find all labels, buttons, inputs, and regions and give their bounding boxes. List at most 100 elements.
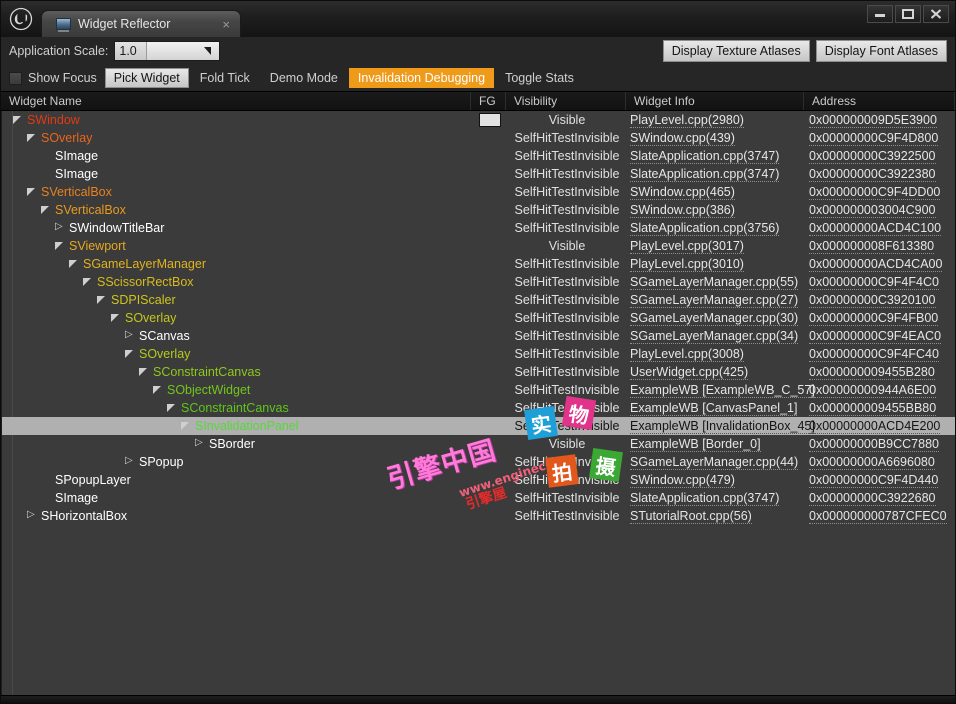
table-row[interactable]: SImage SelfHitTestInvisible SlateApplicati… (2, 489, 955, 507)
table-row[interactable]: SPopupLayer SelfHitTestInvisible SWindow.c… (2, 471, 955, 489)
table-row[interactable]: SVerticalBox SelfHitTestInvisible SWindow.… (2, 183, 955, 201)
tab-close-icon[interactable]: × (222, 18, 230, 31)
widget-info-link[interactable]: UserWidget.cpp(425) (630, 365, 749, 380)
expander-collapse-icon[interactable] (124, 348, 136, 360)
cell-address[interactable]: 0x000000009455BB80 (805, 401, 955, 416)
display-font-atlases-button[interactable]: Display Font Atlases (815, 40, 947, 62)
widget-info-link[interactable]: PlayLevel.cpp(3010) (630, 257, 744, 272)
address-link[interactable]: 0x00000000C3922380 (809, 167, 936, 182)
widget-info-link[interactable]: PlayLevel.cpp(2980) (630, 113, 744, 128)
cell-address[interactable]: 0x000000008F613380 (805, 239, 955, 254)
table-row[interactable]: SPopup SelfHitTestInvisible SGameLayerMana… (2, 453, 955, 471)
expander-expand-icon[interactable] (124, 455, 136, 468)
window-resize-grip[interactable] (1, 695, 955, 703)
table-row[interactable]: SConstraintCanvas SelfHitTestInvisible Use… (2, 363, 955, 381)
cell-widget-info[interactable]: UserWidget.cpp(425) (627, 365, 805, 380)
address-link[interactable]: 0x00000000C9F4DD00 (809, 185, 941, 200)
cell-address[interactable]: 0x00000000ACD4C100 (805, 221, 955, 236)
address-link[interactable]: 0x00000000ACD4E200 (809, 419, 941, 434)
cell-address[interactable]: 0x00000000A6696080 (805, 455, 955, 470)
table-row[interactable]: SImage SelfHitTestInvisible SlateApplicati… (2, 165, 955, 183)
expander-expand-icon[interactable] (124, 329, 136, 342)
widget-info-link[interactable]: ExampleWB [CanvasPanel_1] (630, 401, 798, 416)
cell-widget-info[interactable]: ExampleWB [CanvasPanel_1] (627, 401, 805, 416)
cell-widget-info[interactable]: PlayLevel.cpp(3010) (627, 257, 805, 272)
cell-address[interactable]: 0x000000009D5E3900 (805, 113, 955, 128)
address-link[interactable]: 0x00000000C3920100 (809, 293, 936, 308)
cell-widget-info[interactable]: ExampleWB [Border_0] (627, 437, 805, 452)
cell-address[interactable]: 0x000000009455B280 (805, 365, 955, 380)
address-link[interactable]: 0x00000000C3922500 (809, 149, 936, 164)
expander-collapse-icon[interactable] (110, 312, 122, 324)
cell-address[interactable]: 0x00000000C3920100 (805, 293, 955, 308)
cell-address[interactable]: 0x00000000C9F4F4C0 (805, 275, 955, 290)
widget-info-link[interactable]: SWindow.cpp(439) (630, 131, 735, 146)
cell-address[interactable]: 0x00000000C9F4D800 (805, 131, 955, 146)
table-row[interactable]: SOverlay SelfHitTestInvisible SGameLayerMa… (2, 309, 955, 327)
address-link[interactable]: 0x00000000C9F4FC40 (809, 347, 939, 362)
cell-address[interactable]: 0x00000000C3922500 (805, 149, 955, 164)
table-row[interactable]: SCanvas SelfHitTestInvisible SGameLayerMan… (2, 327, 955, 345)
cell-address[interactable]: 0x00000000ACD4E200 (805, 419, 955, 434)
table-row[interactable]: SHorizontalBox SelfHitTestInvisible STutor… (2, 507, 955, 525)
widget-info-link[interactable]: SlateApplication.cpp(3756) (630, 221, 780, 236)
expander-expand-icon[interactable] (26, 509, 38, 522)
cell-widget-info[interactable]: PlayLevel.cpp(3008) (627, 347, 805, 362)
table-row[interactable]: SConstraintCanvas SelfHitTestInvisible Exa… (2, 399, 955, 417)
widget-info-link[interactable]: SGameLayerManager.cpp(44) (630, 455, 799, 470)
expander-collapse-icon[interactable] (82, 276, 94, 288)
cell-widget-info[interactable]: ExampleWB [InvalidationBox_45] (627, 419, 815, 434)
display-texture-atlases-button[interactable]: Display Texture Atlases (662, 40, 810, 62)
cell-widget-info[interactable]: SGameLayerManager.cpp(34) (627, 329, 805, 344)
table-row[interactable]: SWindow Visible PlayLevel.cpp(2980) 0x00000… (2, 111, 955, 129)
maximize-button[interactable] (895, 5, 921, 23)
address-link[interactable]: 0x00000000ACD4CA00 (809, 257, 943, 272)
cell-address[interactable]: 0x000000000787CFEC0 (805, 509, 955, 524)
fold-tick-button[interactable]: Fold Tick (191, 68, 259, 88)
expander-collapse-icon[interactable] (40, 204, 52, 216)
address-link[interactable]: 0x000000003004C900 (809, 203, 936, 218)
expander-collapse-icon[interactable] (180, 420, 192, 432)
widget-info-link[interactable]: SGameLayerManager.cpp(30) (630, 311, 799, 326)
table-row[interactable]: SGameLayerManager SelfHitTestInvisible Pla… (2, 255, 955, 273)
cell-address[interactable]: 0x000000003004C900 (805, 203, 955, 218)
cell-address[interactable]: 0x00000000C9F4EAC0 (805, 329, 955, 344)
widget-info-link[interactable]: SlateApplication.cpp(3747) (630, 167, 780, 182)
widget-info-link[interactable]: SGameLayerManager.cpp(34) (630, 329, 799, 344)
widget-info-link[interactable]: ExampleWB [Border_0] (630, 437, 761, 452)
address-link[interactable]: 0x00000000C9F4D800 (809, 131, 939, 146)
expander-collapse-icon[interactable] (96, 294, 108, 306)
cell-address[interactable]: 0x00000000C9F4D440 (805, 473, 955, 488)
column-header-fg[interactable]: FG (471, 92, 506, 110)
column-header-widget-name[interactable]: Widget Name (1, 92, 471, 110)
address-link[interactable]: 0x000000009455B280 (809, 365, 935, 380)
widget-info-link[interactable]: PlayLevel.cpp(3017) (630, 239, 744, 254)
expander-expand-icon[interactable] (54, 221, 66, 234)
address-link[interactable]: 0x00000000C9F4EAC0 (809, 329, 942, 344)
application-scale-value[interactable]: 1.0 (115, 42, 148, 60)
address-link[interactable]: 0x00000000B9CC7880 (809, 437, 939, 452)
table-row[interactable]: SOverlay SelfHitTestInvisible PlayLevel.cp… (2, 345, 955, 363)
expander-collapse-icon[interactable] (166, 402, 178, 414)
address-link[interactable]: 0x000000009455BB80 (809, 401, 937, 416)
expander-collapse-icon[interactable] (68, 258, 80, 270)
expander-collapse-icon[interactable] (26, 186, 38, 198)
widget-info-link[interactable]: SWindow.cpp(479) (630, 473, 735, 488)
address-link[interactable]: 0x00000000C9F4F4C0 (809, 275, 939, 290)
cell-address[interactable]: 0x00000000ACD4CA00 (805, 257, 955, 272)
cell-address[interactable]: 0x00000000C3922680 (805, 491, 955, 506)
widget-tree-list[interactable]: SWindow Visible PlayLevel.cpp(2980) 0x00000… (1, 111, 955, 695)
address-link[interactable]: 0x00000000ACD4C100 (809, 221, 942, 236)
widget-info-link[interactable]: SWindow.cpp(465) (630, 185, 735, 200)
cell-address[interactable]: 0x00000000C9F4FB00 (805, 311, 955, 326)
cell-widget-info[interactable]: SGameLayerManager.cpp(30) (627, 311, 805, 326)
table-row[interactable]: SViewport Visible PlayLevel.cpp(3017) 0x000… (2, 237, 955, 255)
widget-info-link[interactable]: SlateApplication.cpp(3747) (630, 149, 780, 164)
widget-info-link[interactable]: PlayLevel.cpp(3008) (630, 347, 744, 362)
cell-address[interactable]: 0x00000000944A6E00 (805, 383, 955, 398)
widget-info-link[interactable]: SWindow.cpp(386) (630, 203, 735, 218)
widget-info-link[interactable]: SlateApplication.cpp(3747) (630, 491, 780, 506)
table-row[interactable]: SInvalidationPanel SelfHitTestInvisible Ex… (2, 417, 955, 435)
show-focus-checkbox[interactable]: Show Focus (9, 71, 97, 85)
cell-widget-info[interactable]: PlayLevel.cpp(3017) (627, 239, 805, 254)
